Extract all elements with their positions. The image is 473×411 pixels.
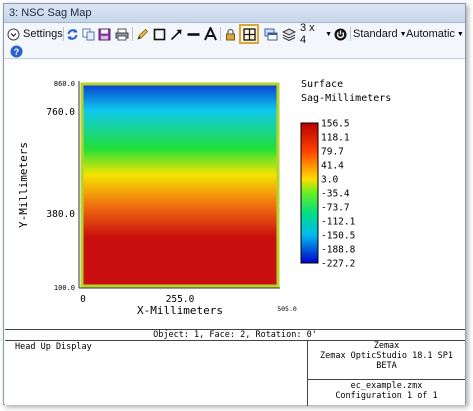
sag-surface-map xyxy=(80,82,280,288)
text-icon xyxy=(203,27,217,41)
colorbar-tick-label: -227.2 xyxy=(321,259,355,270)
toolbar-separator xyxy=(350,27,351,41)
standard-dropdown[interactable]: Standard ▼ xyxy=(353,26,407,42)
layers-button[interactable] xyxy=(281,26,296,42)
legend-title-line1: Surface xyxy=(301,79,343,90)
dropdown-arrow-icon: ▼ xyxy=(456,30,464,38)
save-button[interactable] xyxy=(97,26,111,42)
layout-grid-dropdown[interactable]: 3 x 4 ▼ xyxy=(300,22,332,46)
automatic-dropdown[interactable]: Automatic ▼ xyxy=(406,26,464,42)
refresh-icon xyxy=(67,28,77,40)
rectangle-icon xyxy=(153,28,165,40)
info-config: Configuration 1 of 1 xyxy=(335,391,438,401)
chevron-down-icon xyxy=(7,28,20,40)
svg-text:?: ? xyxy=(13,47,19,57)
y-tick-label: 760.0 xyxy=(46,107,75,118)
arrow-tool-button[interactable] xyxy=(169,26,183,42)
colorbar-tick-label: -150.5 xyxy=(321,231,355,242)
colorbar-labels: 156.5 118.1 79.7 41.4 3.0 -35.4 -73.7 -112.1 -15… xyxy=(321,119,356,270)
printer-icon xyxy=(115,28,128,40)
info-right-title: Zemax xyxy=(373,341,400,351)
y-tick-label: 100.0 xyxy=(54,284,75,292)
colorbar-tick-label: -35.4 xyxy=(321,189,350,200)
copy-icon xyxy=(82,28,94,40)
x-tick-label: 0 xyxy=(80,294,86,305)
colorbar xyxy=(300,122,319,264)
lock-icon xyxy=(225,28,235,40)
info-left-text: Head Up Display xyxy=(15,342,92,352)
settings-button[interactable]: Settings xyxy=(7,26,63,42)
colorbar-tick-label: 156.5 xyxy=(321,119,350,130)
refresh-button[interactable] xyxy=(65,26,79,42)
dropdown-arrow-icon: ▼ xyxy=(325,30,332,38)
toolbar-separator xyxy=(63,27,64,41)
x-tick-label: 505.0 xyxy=(277,305,297,313)
crosshair-grid-icon xyxy=(242,27,256,41)
automatic-label: Automatic xyxy=(406,28,455,40)
info-panel: Object: 1, Face: 2, Rotation: 0' Head Up… xyxy=(5,329,465,406)
colorbar-tick-label: 41.4 xyxy=(321,161,344,172)
colorbar-tick-label: -73.7 xyxy=(321,203,350,214)
info-right-divider xyxy=(308,379,465,380)
pencil-button[interactable] xyxy=(135,26,149,42)
toolbar: Settings 3 x 4 ▼ Standard ▼ Automatic ▼ … xyxy=(4,22,465,59)
nsc-sag-map-window: 3: NSC Sag Map Settings 3 x 4 ▼ Standard… xyxy=(3,3,466,406)
info-header: Object: 1, Face: 2, Rotation: 0' xyxy=(153,330,317,340)
colorbar-tick-label: 79.7 xyxy=(321,147,344,158)
info-right-product: Zemax OpticStudio 18.1 SP1 BETA xyxy=(319,351,454,371)
y-tick-label: 380.0 xyxy=(46,209,75,220)
line-icon xyxy=(187,32,199,36)
reset-button[interactable] xyxy=(333,26,347,42)
colorbar-tick-label: 118.1 xyxy=(321,133,350,144)
standard-label: Standard xyxy=(353,28,398,40)
copy-button[interactable] xyxy=(81,26,95,42)
line-tool-button[interactable] xyxy=(186,26,200,42)
colorbar-tick-label: 3.0 xyxy=(321,175,338,186)
title-bar: 3: NSC Sag Map xyxy=(4,4,465,23)
help-icon: ? xyxy=(10,45,22,57)
lock-button[interactable] xyxy=(223,26,237,42)
windows-button[interactable] xyxy=(263,26,278,42)
rectangle-tool-button[interactable] xyxy=(152,26,166,42)
sag-map-chart: 860.0 760.0 380.0 100.0 0 255.0 505.0 X-… xyxy=(17,79,391,317)
y-axis-label: Y-Millimeters xyxy=(17,142,30,228)
power-icon xyxy=(334,28,346,40)
settings-label: Settings xyxy=(23,28,63,40)
help-button[interactable]: ? xyxy=(9,43,23,59)
layers-icon xyxy=(281,27,296,41)
legend-title-line2: Sag-Millimeters xyxy=(301,93,391,104)
info-file: ec_example.zmx xyxy=(350,381,423,391)
window-stack-icon xyxy=(264,28,277,40)
window-title: 3: NSC Sag Map xyxy=(9,7,92,19)
toolbar-separator xyxy=(132,27,133,41)
colorbar-tick-label: -188.8 xyxy=(321,245,356,256)
x-axis-label: X-Millimeters xyxy=(137,304,223,317)
arrow-icon xyxy=(170,29,181,40)
plot-panel: 860.0 760.0 380.0 100.0 0 255.0 505.0 X-… xyxy=(5,60,465,329)
colorbar-tick-label: -112.1 xyxy=(321,217,356,228)
layout-toggle-button[interactable] xyxy=(239,24,259,44)
print-button[interactable] xyxy=(114,26,129,42)
y-tick-label: 860.0 xyxy=(54,80,75,88)
text-tool-button[interactable] xyxy=(203,26,217,42)
toolbar-separator xyxy=(220,27,221,41)
save-icon xyxy=(98,28,110,40)
pencil-icon xyxy=(136,28,148,40)
layout-grid-label: 3 x 4 xyxy=(300,22,315,46)
